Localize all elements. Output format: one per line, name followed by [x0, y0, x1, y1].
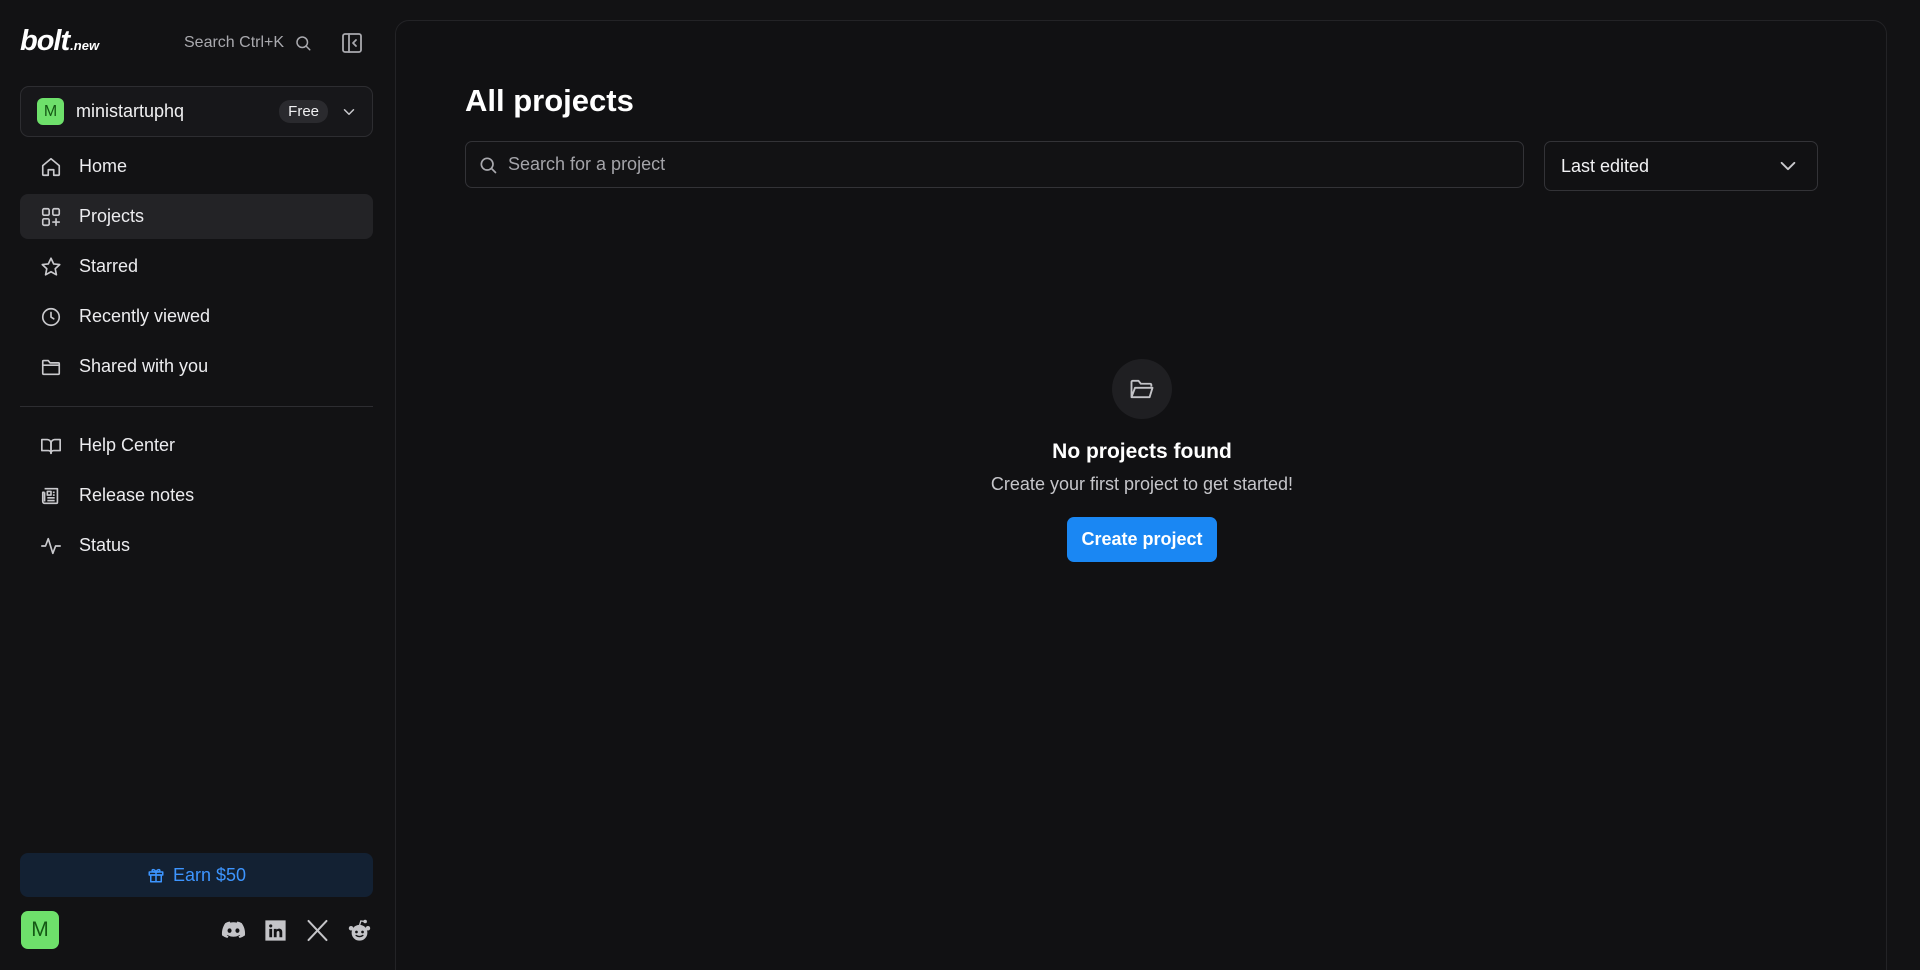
user-avatar[interactable]: M	[21, 911, 59, 949]
activity-icon	[40, 535, 62, 557]
search-icon	[294, 34, 312, 52]
social-links	[220, 917, 373, 943]
sidebar-item-recently-viewed[interactable]: Recently viewed	[20, 294, 373, 339]
sidebar-item-shared[interactable]: Shared with you	[20, 344, 373, 389]
sidebar-item-release-notes[interactable]: Release notes	[20, 473, 373, 518]
search-shortcut-label: Search Ctrl+K	[184, 34, 285, 51]
home-icon	[40, 156, 62, 178]
newspaper-icon	[40, 485, 62, 507]
chevron-down-icon	[340, 103, 358, 121]
sidebar-item-starred[interactable]: Starred	[20, 244, 373, 289]
sidebar-item-label: Recently viewed	[79, 306, 211, 326]
page-title: All projects	[465, 83, 634, 118]
discord-icon[interactable]	[220, 917, 247, 944]
sidebar-item-projects[interactable]: Projects	[20, 194, 373, 239]
reddit-icon[interactable]	[346, 917, 373, 944]
sidebar-item-label: Starred	[79, 256, 139, 276]
primary-nav: Home Projects Starred Recently viewed Sh…	[20, 144, 373, 394]
empty-state-title: No projects found	[1052, 440, 1232, 463]
sort-select[interactable]: Last edited	[1544, 141, 1818, 191]
sidebar-item-help-center[interactable]: Help Center	[20, 423, 373, 468]
sidebar-collapse-icon[interactable]	[340, 31, 364, 55]
sidebar-item-label: Projects	[79, 206, 145, 226]
project-search[interactable]	[465, 141, 1524, 188]
nav-divider	[20, 406, 373, 407]
earn-label: Earn $50	[172, 864, 247, 885]
sidebar-item-label: Help Center	[79, 435, 176, 455]
sidebar-item-label: Shared with you	[79, 356, 209, 376]
workspace-avatar: M	[37, 98, 64, 125]
sidebar-item-status[interactable]: Status	[20, 523, 373, 568]
plan-badge: Free	[279, 100, 328, 123]
empty-state-subtitle: Create your first project to get started…	[990, 474, 1294, 494]
linkedin-icon[interactable]	[262, 917, 289, 944]
gift-icon	[147, 866, 165, 884]
sidebar-item-home[interactable]: Home	[20, 144, 373, 189]
sidebar-item-label: Status	[79, 535, 131, 555]
folder-icon	[40, 356, 62, 378]
workspace-switcher[interactable]: M ministartuphq Free	[20, 86, 373, 137]
sort-select-value: Last edited	[1561, 155, 1650, 176]
main-panel: All projects Last edited No projects fou…	[395, 20, 1887, 970]
star-icon	[40, 256, 62, 278]
clock-icon	[40, 306, 62, 328]
x-icon[interactable]	[304, 917, 331, 944]
earn-referral-button[interactable]: Earn $50	[20, 853, 373, 897]
sidebar-item-label: Home	[79, 156, 128, 176]
sidebar: bolt .new Search Ctrl+K M ministartuphq …	[0, 0, 395, 970]
logo-suffix: .new	[70, 38, 100, 53]
workspace-name: ministartuphq	[76, 101, 185, 121]
sidebar-item-label: Release notes	[79, 485, 195, 505]
search-shortcut-button[interactable]: Search Ctrl+K	[184, 32, 312, 54]
empty-state: No projects found Create your first proj…	[396, 359, 1888, 562]
create-project-button[interactable]: Create project	[1067, 517, 1217, 562]
chevron-down-icon	[1777, 155, 1799, 177]
logo-text: bolt	[20, 25, 70, 57]
project-search-input[interactable]	[508, 154, 1523, 175]
bolt-logo[interactable]: bolt .new	[20, 26, 99, 61]
projects-icon	[40, 206, 62, 228]
folder-open-icon	[1112, 359, 1172, 419]
search-icon	[478, 155, 498, 175]
book-icon	[40, 435, 62, 457]
secondary-nav: Help Center Release notes Status	[20, 423, 373, 573]
